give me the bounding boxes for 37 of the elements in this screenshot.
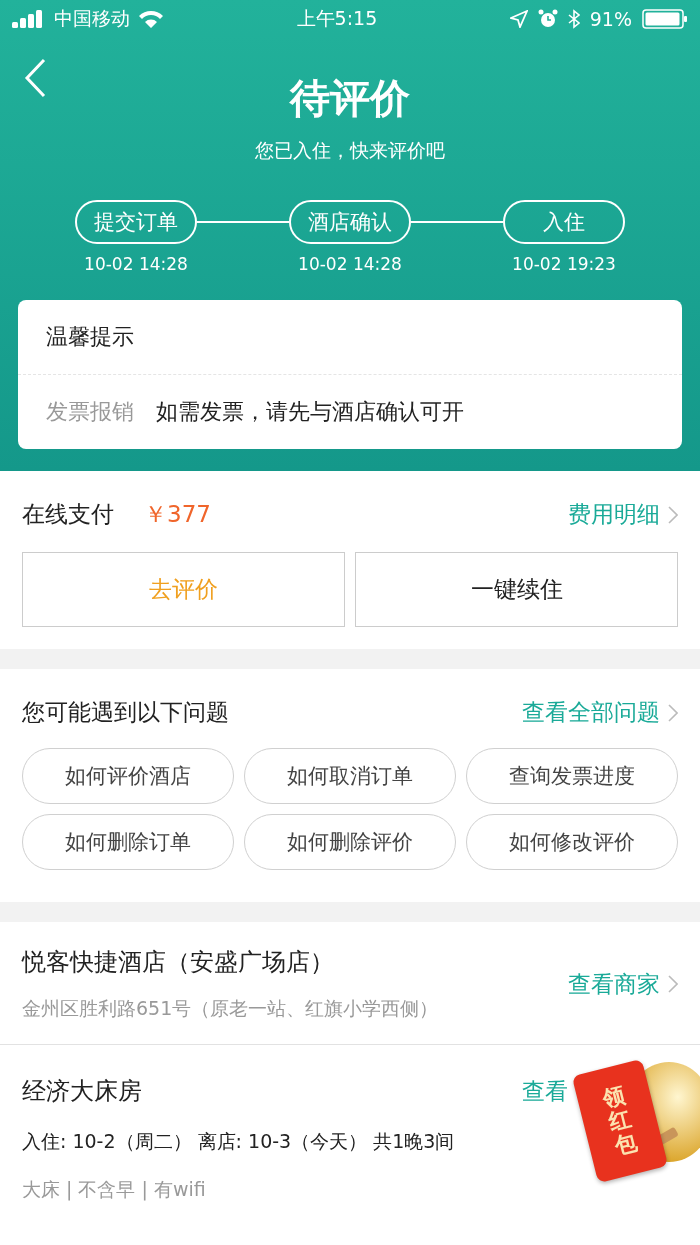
clock-time: 上午5:15 xyxy=(295,6,379,31)
question-chip[interactable]: 如何评价酒店 xyxy=(22,748,234,804)
question-chip[interactable]: 查询发票进度 xyxy=(466,748,678,804)
progress-step: 酒店确认 xyxy=(289,200,411,244)
wifi-icon xyxy=(138,10,164,28)
stay-dates: 入住: 10-2（周二） 离店: 10-3（今天） 共1晚3间 xyxy=(22,1130,455,1152)
payment-label: 在线支付 xyxy=(22,500,114,529)
room-features: 大床 | 不含早 | 有wifi xyxy=(22,1178,206,1200)
page-subtitle: 您已入住，快来评价吧 xyxy=(255,139,445,161)
progress-step: 提交订单 xyxy=(75,200,197,244)
location-arrow-icon xyxy=(509,10,528,28)
question-chip[interactable]: 如何修改评价 xyxy=(466,814,678,870)
notice-label: 发票报销 xyxy=(46,398,134,426)
hotel-address: 金州区胜利路651号（原老一站、红旗小学西侧） xyxy=(22,997,439,1019)
battery-icon xyxy=(642,9,688,29)
carrier-name: 中国移动 xyxy=(54,6,130,31)
step-time: 10-02 14:28 xyxy=(298,254,402,274)
question-chip[interactable]: 如何删除评价 xyxy=(244,814,456,870)
extend-stay-button[interactable]: 一键续住 xyxy=(355,552,678,627)
notice-title: 温馨提示 xyxy=(46,324,134,349)
question-chip[interactable]: 如何取消订单 xyxy=(244,748,456,804)
faq-title: 您可能遇到以下问题 xyxy=(22,698,230,727)
progress-step: 入住 xyxy=(503,200,625,244)
step-time: 10-02 19:23 xyxy=(512,254,616,274)
chevron-right-icon xyxy=(668,703,678,722)
page-title: 待评价 xyxy=(290,74,410,122)
step-time: 10-02 14:28 xyxy=(84,254,188,274)
alarm-icon xyxy=(537,9,558,29)
hotel-name: 悦客快捷酒店（安盛广场店） xyxy=(22,948,334,976)
chevron-right-icon xyxy=(668,505,678,524)
payment-amount: ￥377 xyxy=(144,501,211,527)
question-chip[interactable]: 如何删除订单 xyxy=(22,814,234,870)
bluetooth-icon xyxy=(567,9,580,29)
battery-percent: 91% xyxy=(589,8,632,30)
chevron-right-icon xyxy=(668,975,678,993)
notice-text: 如需发票，请先与酒店确认可开 xyxy=(156,398,464,426)
room-name: 经济大床房 xyxy=(22,1076,143,1107)
